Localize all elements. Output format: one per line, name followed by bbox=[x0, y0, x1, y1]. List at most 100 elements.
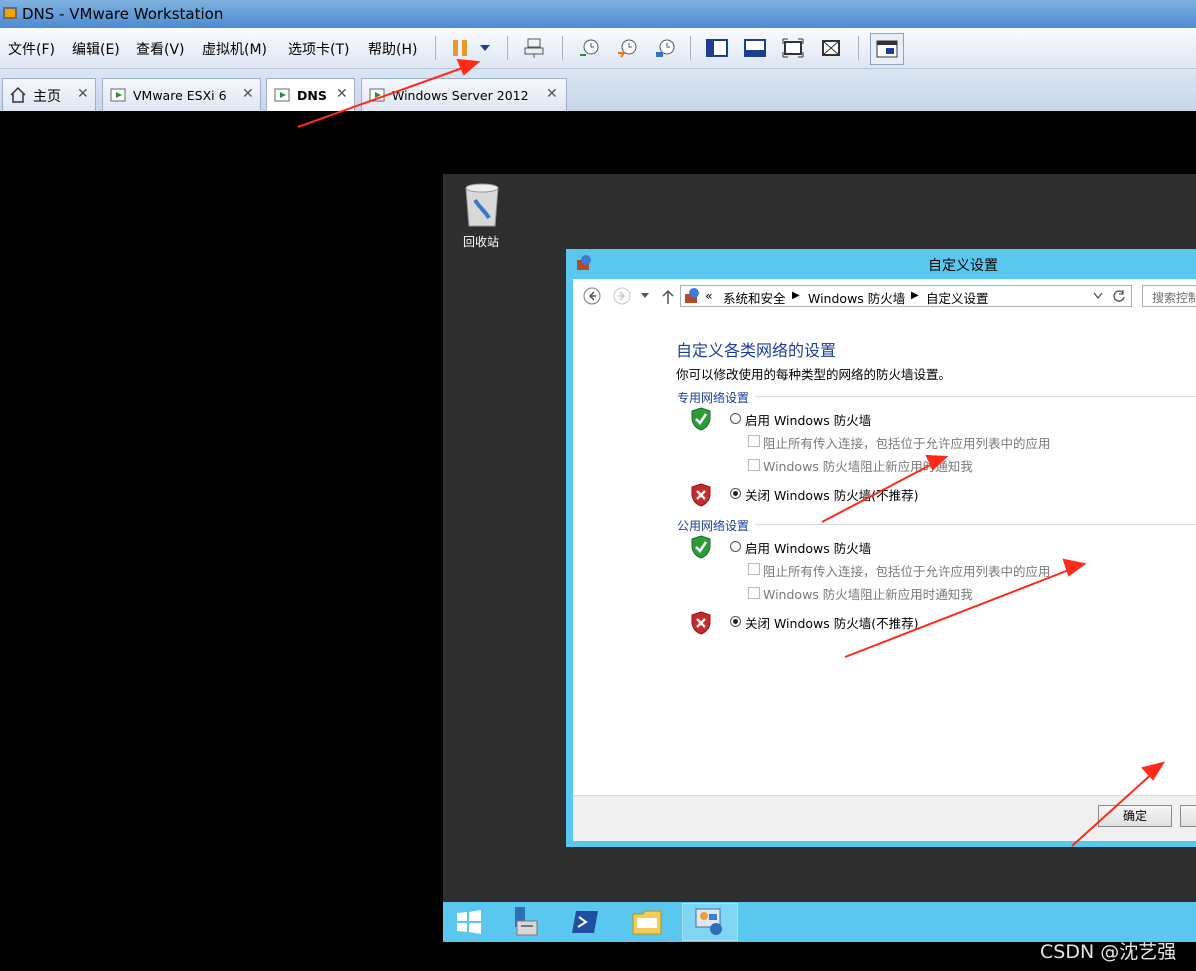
breadcrumb-separator-icon: ▶ bbox=[911, 290, 919, 301]
toolbar-separator bbox=[690, 36, 691, 60]
chevron-down-icon bbox=[480, 45, 490, 51]
tab-label: VMware ESXi 6 bbox=[133, 88, 227, 103]
public-disable-firewall-label[interactable]: 关闭 Windows 防火墙(不推荐) bbox=[745, 613, 919, 632]
send-ctrl-alt-del-button[interactable] bbox=[521, 36, 547, 60]
red-shield-x-icon bbox=[691, 611, 711, 635]
breadcrumb-overflow[interactable]: « bbox=[705, 288, 713, 303]
start-button[interactable] bbox=[444, 903, 494, 941]
revert-snapshot-button[interactable] bbox=[614, 36, 640, 60]
clock-revert-icon bbox=[618, 39, 637, 58]
tab-esxi[interactable]: VMware ESXi 6 ✕ bbox=[102, 78, 261, 111]
show-thumbnail-button[interactable] bbox=[742, 36, 768, 60]
menu-toolbar: 文件(F) 编辑(E) 查看(V) 虚拟机(M) 选项卡(T) 帮助(H) bbox=[0, 28, 1196, 69]
cancel-button[interactable] bbox=[1180, 805, 1196, 827]
unity-icon bbox=[822, 40, 840, 56]
public-notify-checkbox[interactable] bbox=[748, 587, 760, 599]
page-heading: 自定义各类网络的设置 bbox=[676, 341, 837, 360]
toolbar-separator bbox=[435, 36, 436, 60]
thumbnail-bar-icon bbox=[744, 39, 766, 57]
public-enable-firewall-label[interactable]: 启用 Windows 防火墙 bbox=[745, 538, 871, 557]
public-enable-firewall-radio[interactable] bbox=[730, 541, 741, 552]
clock-manager-icon bbox=[656, 39, 675, 57]
clock-snapshot-icon bbox=[580, 39, 599, 56]
menu-vm[interactable]: 虚拟机(M) bbox=[202, 39, 267, 59]
up-arrow-icon[interactable] bbox=[661, 289, 675, 305]
powershell-button[interactable] bbox=[560, 903, 610, 941]
control-panel-icon bbox=[695, 908, 722, 935]
network-keyboard-icon bbox=[524, 38, 544, 58]
private-enable-firewall-label[interactable]: 启用 Windows 防火墙 bbox=[745, 410, 871, 429]
red-shield-x-icon bbox=[691, 483, 711, 507]
recycle-bin-label: 回收站 bbox=[463, 235, 500, 249]
vmware-app-icon bbox=[3, 7, 17, 19]
chevron-down-icon[interactable] bbox=[1093, 292, 1103, 300]
ok-button[interactable]: 确定 bbox=[1098, 805, 1172, 827]
public-notify-label: Windows 防火墙阻止新应用时通知我 bbox=[763, 587, 973, 602]
title-bar: DNS - VMware Workstation bbox=[0, 0, 1196, 28]
private-disable-firewall-label[interactable]: 关闭 Windows 防火墙(不推荐) bbox=[745, 485, 919, 504]
tab-label: DNS bbox=[297, 88, 327, 103]
full-screen-button[interactable] bbox=[780, 36, 806, 60]
fullscreen-icon bbox=[782, 38, 804, 58]
public-block-all-checkbox[interactable] bbox=[748, 563, 760, 575]
server-manager-button[interactable] bbox=[499, 903, 549, 941]
back-button[interactable] bbox=[583, 287, 601, 305]
close-icon[interactable]: ✕ bbox=[77, 86, 89, 102]
pause-button[interactable] bbox=[447, 36, 473, 60]
search-placeholder: 搜索控制 bbox=[1152, 291, 1196, 305]
breadcrumb-firewall[interactable]: Windows 防火墙 bbox=[808, 288, 905, 307]
control-panel-task-button[interactable] bbox=[682, 903, 738, 941]
snapshot-manager-button[interactable] bbox=[652, 36, 678, 60]
windows-logo-icon bbox=[457, 910, 481, 934]
refresh-icon[interactable] bbox=[1112, 289, 1126, 303]
firewall-icon bbox=[577, 255, 591, 270]
vm-icon bbox=[110, 88, 126, 102]
menu-help[interactable]: 帮助(H) bbox=[368, 39, 417, 59]
window-title: DNS - VMware Workstation bbox=[22, 5, 224, 23]
tab-windows-server[interactable]: Windows Server 2012 ✕ bbox=[361, 78, 567, 111]
private-notify-label: Windows 防火墙阻止新应用时通知我 bbox=[763, 459, 973, 474]
menu-file[interactable]: 文件(F) bbox=[8, 39, 55, 59]
recent-pages-chevron-icon[interactable] bbox=[640, 292, 650, 300]
section-divider bbox=[755, 396, 1196, 397]
green-shield-check-icon bbox=[691, 535, 711, 559]
file-explorer-button[interactable] bbox=[622, 903, 672, 941]
breadcrumb-system-security[interactable]: 系统和安全 bbox=[723, 288, 786, 307]
menu-view[interactable]: 查看(V) bbox=[136, 39, 185, 59]
forward-button[interactable] bbox=[613, 287, 631, 305]
breadcrumb-separator-icon: ▶ bbox=[792, 290, 800, 301]
private-disable-firewall-radio[interactable] bbox=[730, 488, 741, 499]
pause-icon bbox=[453, 40, 467, 56]
private-enable-firewall-radio[interactable] bbox=[730, 413, 741, 424]
console-view-button[interactable] bbox=[870, 33, 904, 65]
menu-edit[interactable]: 编辑(E) bbox=[72, 39, 120, 59]
green-shield-check-icon bbox=[691, 407, 711, 431]
close-icon[interactable]: ✕ bbox=[242, 86, 254, 102]
snapshot-button[interactable] bbox=[576, 36, 602, 60]
home-icon bbox=[10, 86, 26, 103]
private-network-section-label: 专用网络设置 bbox=[677, 391, 750, 405]
console-view-icon bbox=[876, 40, 898, 58]
public-disable-firewall-radio[interactable] bbox=[730, 616, 741, 627]
private-block-all-checkbox[interactable] bbox=[748, 435, 760, 447]
control-panel-icon bbox=[685, 288, 699, 303]
breadcrumb-custom-settings[interactable]: 自定义设置 bbox=[926, 288, 989, 307]
server-manager-icon bbox=[515, 907, 538, 936]
watermark-text: CSDN @沈艺强 bbox=[1040, 941, 1177, 963]
recycle-bin-icon[interactable] bbox=[462, 182, 502, 230]
tab-dns[interactable]: DNS ✕ bbox=[266, 78, 355, 111]
close-icon[interactable]: ✕ bbox=[336, 86, 348, 102]
toolbar-separator bbox=[507, 36, 508, 60]
tab-home[interactable]: 主页 ✕ bbox=[2, 78, 96, 111]
close-icon[interactable]: ✕ bbox=[546, 86, 558, 102]
tab-bar: 主页 ✕ VMware ESXi 6 ✕ DNS ✕ Windows Serve… bbox=[0, 69, 1196, 111]
power-dropdown-button[interactable] bbox=[474, 36, 496, 60]
private-notify-checkbox[interactable] bbox=[748, 459, 760, 471]
show-library-button[interactable] bbox=[704, 36, 730, 60]
section-divider bbox=[755, 524, 1196, 525]
public-block-all-label: 阻止所有传入连接，包括位于允许应用列表中的应用 bbox=[763, 564, 1051, 579]
toolbar-separator bbox=[858, 36, 859, 60]
vm-icon bbox=[369, 88, 385, 102]
menu-tabs[interactable]: 选项卡(T) bbox=[288, 39, 349, 59]
unity-button[interactable] bbox=[818, 36, 844, 60]
